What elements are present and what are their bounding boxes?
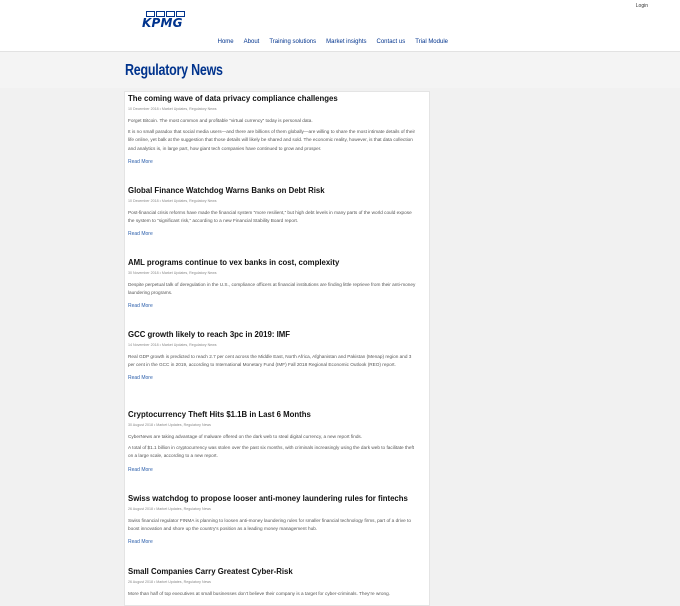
nav-contact-us[interactable]: Contact us	[377, 39, 406, 45]
article-item: AML programs continue to vex banks in co…	[128, 258, 418, 309]
article-excerpt: CyberNews are taking advantage of malwar…	[128, 434, 363, 439]
article-title[interactable]: Swiss watchdog to propose looser anti-mo…	[128, 494, 418, 503]
article-list: The coming wave of data privacy complian…	[124, 91, 430, 606]
article-title[interactable]: Cryptocurrency Theft Hits $1.1B in Last …	[128, 410, 418, 419]
article-meta: 10 December 2018 • Market Updates, Regul…	[128, 107, 217, 111]
article-excerpt: A total of $1.1 billion in cryptocurrenc…	[128, 445, 415, 459]
article-excerpt: Despite perpetual talk of deregulation i…	[128, 282, 416, 296]
read-more-link[interactable]: Read More	[128, 159, 418, 165]
kpmg-logo[interactable]: KPMG	[142, 11, 188, 31]
article-meta: 14 November 2018 • Market Updates, Regul…	[128, 343, 217, 347]
article-meta: 30 November 2018 • Market Updates, Regul…	[128, 271, 217, 275]
article-excerpt: Real GDP growth is predicted to reach 2.…	[128, 354, 412, 368]
read-more-link[interactable]: Read More	[128, 467, 418, 473]
article-title[interactable]: GCC growth likely to reach 3pc in 2019: …	[128, 330, 418, 339]
nav-market-insights[interactable]: Market insights	[326, 39, 366, 45]
article-item: Swiss watchdog to propose looser anti-mo…	[128, 494, 418, 545]
article-item: The coming wave of data privacy complian…	[128, 94, 418, 165]
article-title[interactable]: Global Finance Watchdog Warns Banks on D…	[128, 186, 418, 195]
article-meta: 10 December 2018 • Market Updates, Regul…	[128, 199, 217, 203]
login-link[interactable]: Login	[636, 3, 648, 9]
article-excerpt: Forget Bitcoin. The most common and prof…	[128, 118, 313, 123]
read-more-link[interactable]: Read More	[128, 375, 418, 381]
article-item: Global Finance Watchdog Warns Banks on D…	[128, 186, 418, 237]
page-banner: Regulatory News	[0, 52, 680, 88]
nav-home[interactable]: Home	[218, 39, 234, 45]
article-meta: 26 August 2018 • Market Updates, Regulat…	[128, 507, 211, 511]
site-header: Login KPMG Home About Training solutions…	[0, 0, 680, 52]
article-excerpt: More than half of top executives at smal…	[128, 591, 391, 596]
read-more-link[interactable]: Read More	[128, 539, 418, 545]
article-title[interactable]: The coming wave of data privacy complian…	[128, 94, 418, 103]
page-title: Regulatory News	[125, 62, 223, 79]
article-excerpt: It is no small paradox that social media…	[128, 129, 416, 151]
article-item: GCC growth likely to reach 3pc in 2019: …	[128, 330, 418, 381]
article-title[interactable]: AML programs continue to vex banks in co…	[128, 258, 418, 267]
article-item: Small Companies Carry Greatest Cyber-Ris…	[128, 567, 418, 598]
article-title[interactable]: Small Companies Carry Greatest Cyber-Ris…	[128, 567, 418, 576]
nav-about[interactable]: About	[244, 39, 260, 45]
article-meta: 30 August 2018 • Market Updates, Regulat…	[128, 423, 211, 427]
article-excerpt: Post-financial crisis reforms have made …	[128, 210, 412, 224]
nav-trial-module[interactable]: Trial Module	[415, 39, 448, 45]
logo-wordmark: KPMG	[142, 16, 183, 30]
article-item: Cryptocurrency Theft Hits $1.1B in Last …	[128, 410, 418, 473]
nav-training-solutions[interactable]: Training solutions	[269, 39, 316, 45]
article-meta: 26 August 2018 • Market Updates, Regulat…	[128, 580, 211, 584]
read-more-link[interactable]: Read More	[128, 303, 418, 309]
main-nav: Home About Training solutions Market ins…	[218, 39, 448, 45]
read-more-link[interactable]: Read More	[128, 231, 418, 237]
article-excerpt: Swiss financial regulator FINMA is plann…	[128, 518, 411, 532]
